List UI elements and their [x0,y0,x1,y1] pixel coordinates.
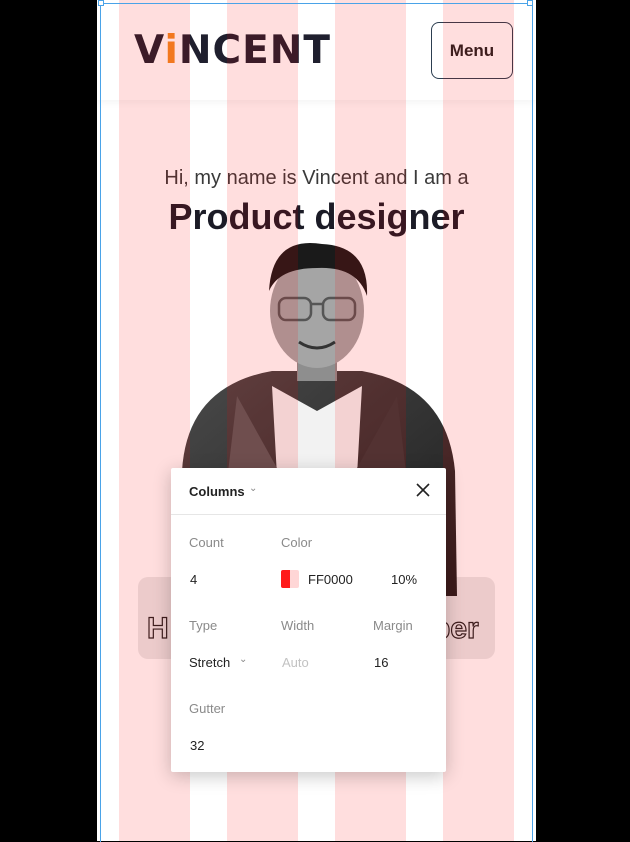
site-header: ViNCENT Menu [97,0,536,100]
gutter-label: Gutter [189,701,226,716]
type-dropdown[interactable]: Stretch [189,655,230,670]
gutter-field[interactable]: 32 [190,738,204,753]
role-headline: Product designer [168,196,465,237]
color-label: Color [281,535,313,550]
intro-text: Hi, my name is Vincent and I am a [164,167,469,189]
chevron-down-icon[interactable]: ⌄ [239,654,247,665]
vincent-logo[interactable]: ViNCENT [134,28,331,73]
color-hex-field[interactable]: FF0000 [308,572,353,587]
outline-heading-left: H [146,611,169,645]
width-field[interactable]: Auto [282,655,309,670]
count-label: Count [189,535,224,550]
width-label: Width [281,618,315,633]
layout-type-dropdown[interactable]: Columns [189,484,245,499]
close-icon[interactable] [414,481,432,499]
chevron-down-icon[interactable]: ⌄ [249,483,257,494]
color-swatch[interactable] [281,570,299,588]
margin-label: Margin [373,618,413,633]
type-label: Type [189,618,218,633]
color-opacity-field[interactable]: 10% [391,572,417,587]
count-field[interactable]: 4 [190,572,197,587]
panel-header: Columns ⌄ [171,468,446,515]
selection-handle-left[interactable] [98,0,104,6]
margin-field[interactable]: 16 [374,655,388,670]
selection-handle-right[interactable] [527,0,533,6]
columns-grid-panel: Columns ⌄ Count Color 4 FF0000 10% Type … [171,468,446,772]
menu-button[interactable]: Menu [431,22,513,79]
